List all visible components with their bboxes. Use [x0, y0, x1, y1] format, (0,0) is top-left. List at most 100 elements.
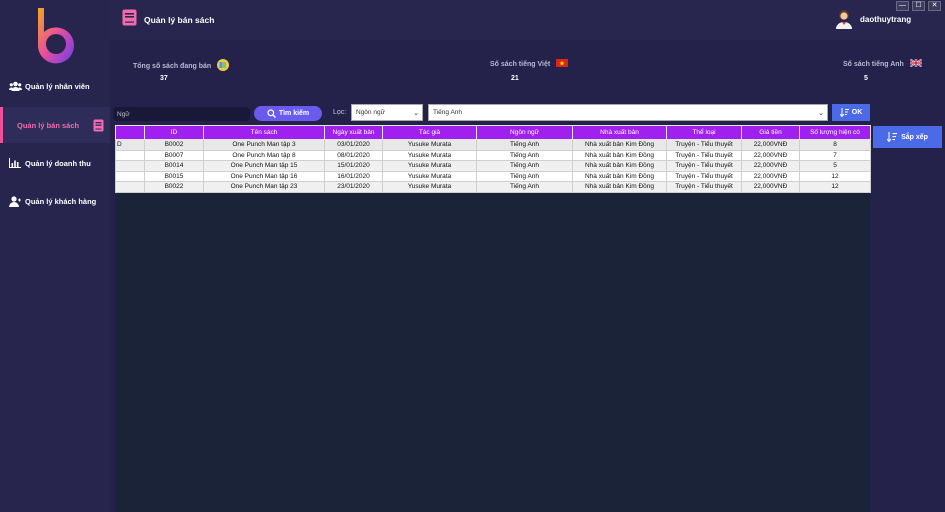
sidebar-item-customers[interactable]: Quản lý khách hàng	[0, 183, 110, 219]
sort-icon	[839, 108, 849, 117]
minimize-button[interactable]: —	[896, 1, 909, 11]
table-cell[interactable]: 22,000VNĐ	[741, 149, 800, 161]
table-cell[interactable]: Nhà xuất bản Kim Đồng	[572, 149, 667, 161]
stat-total-label: Tổng số sách đang bán	[133, 59, 230, 73]
column-header[interactable]: Ngày xuất bản	[324, 125, 383, 140]
table-cell[interactable]: Yusuke Murata	[382, 181, 477, 193]
column-header[interactable]: Số lượng hiện có	[799, 125, 871, 140]
sidebar-item-employees[interactable]: Quản lý nhân viên	[0, 68, 110, 104]
table-cell[interactable]: Nhà xuất bản Kim Đồng	[572, 139, 667, 151]
sort-icon	[887, 132, 898, 142]
search-input[interactable]	[113, 107, 250, 121]
table-row[interactable]: B0015 One Punch Man tập 16 16/01/2020 Yusuk…	[115, 170, 871, 182]
chevron-down-icon: ⌄	[413, 110, 419, 117]
avatar[interactable]	[835, 9, 853, 29]
sidebar-item-label: Quản lý nhân viên	[25, 81, 90, 91]
table-cell[interactable]: B0002	[144, 139, 204, 151]
table-row[interactable]: D B0002 One Punch Man tập 3 03/01/2020 Yusuk…	[115, 139, 871, 151]
table-row[interactable]: B0022 One Punch Man tập 23 23/01/2020 Yusuk…	[115, 181, 871, 193]
maximize-button[interactable]: ☐	[912, 1, 925, 11]
column-header[interactable]: Tên sách	[203, 125, 325, 140]
filter-value-text: Tiếng Anh	[433, 109, 463, 116]
table-cell[interactable]: One Punch Man tập 3	[203, 139, 325, 151]
table-cell[interactable]: Yusuke Murata	[382, 160, 477, 172]
table-cell[interactable]: One Punch Man tập 23	[203, 181, 325, 193]
stat-vietnamese-value: 21	[511, 75, 519, 82]
table-cell[interactable]: 16/01/2020	[324, 170, 383, 182]
table-cell[interactable]: Yusuke Murata	[382, 139, 477, 151]
table-row[interactable]: B0007 One Punch Man tập 8 08/01/2020 Yusuke…	[115, 149, 871, 161]
stat-vietnamese-label: Số sách tiếng Việt	[490, 59, 569, 69]
table-cell[interactable]: 15/01/2020	[324, 160, 383, 172]
table-cell[interactable]: Nhà xuất bản Kim Đồng	[572, 160, 667, 172]
table-cell[interactable]: One Punch Man tập 16	[203, 170, 325, 182]
row-header[interactable]	[115, 181, 145, 193]
filter-value-select[interactable]: Tiếng Anh ⌄	[428, 104, 828, 121]
sort-button-label: Sắp xếp	[901, 133, 928, 141]
column-header[interactable]: Tác giả	[382, 125, 477, 140]
row-header[interactable]: D	[115, 139, 145, 151]
search-button[interactable]: Tìm kiếm	[254, 106, 322, 121]
row-header[interactable]	[115, 160, 145, 172]
vietnam-flag-icon	[556, 59, 569, 69]
row-header[interactable]	[115, 170, 145, 182]
table-cell[interactable]: Tiếng Anh	[476, 181, 573, 193]
bar-chart-icon	[8, 157, 22, 169]
column-header[interactable]: Nhà xuất bản	[572, 125, 667, 140]
table-cell[interactable]: Truyện - Tiểu thuyết	[666, 139, 742, 151]
stat-english-value: 5	[864, 75, 868, 82]
table-cell[interactable]: 7	[799, 149, 871, 161]
column-header[interactable]: ID	[144, 125, 204, 140]
table-cell[interactable]: Tiếng Anh	[476, 160, 573, 172]
table-cell[interactable]: Truyện - Tiểu thuyết	[666, 149, 742, 161]
book-icon	[122, 9, 137, 31]
table-cell[interactable]: Yusuke Murata	[382, 170, 477, 182]
table-cell[interactable]: Truyện - Tiểu thuyết	[666, 160, 742, 172]
user-icon	[8, 195, 22, 207]
table-cell[interactable]: One Punch Man tập 15	[203, 160, 325, 172]
table-cell[interactable]: 03/01/2020	[324, 139, 383, 151]
table-cell[interactable]: Truyện - Tiểu thuyết	[666, 181, 742, 193]
table-cell[interactable]: 08/01/2020	[324, 149, 383, 161]
table-cell[interactable]: Tiếng Anh	[476, 149, 573, 161]
sidebar-item-label: Quản lý khách hàng	[25, 196, 97, 206]
table-cell[interactable]: 22,000VNĐ	[741, 170, 800, 182]
table-cell[interactable]: B0007	[144, 149, 204, 161]
table-cell[interactable]: Truyện - Tiểu thuyết	[666, 170, 742, 182]
table-cell[interactable]: 22,000VNĐ	[741, 139, 800, 151]
search-icon	[267, 109, 276, 118]
table-cell[interactable]: 12	[799, 181, 871, 193]
app-logo	[38, 8, 74, 64]
users-icon	[8, 80, 22, 92]
row-header[interactable]	[115, 149, 145, 161]
ok-button[interactable]: OK	[832, 104, 870, 121]
table-cell[interactable]: 22,000VNĐ	[741, 160, 800, 172]
table-cell[interactable]: Nhà xuất bản Kim Đồng	[572, 170, 667, 182]
column-header[interactable]: Giá tiền	[741, 125, 800, 140]
column-header[interactable]: Ngôn ngữ	[476, 125, 573, 140]
table-cell[interactable]: Nhà xuất bản Kim Đồng	[572, 181, 667, 193]
table-cell[interactable]: 22,000VNĐ	[741, 181, 800, 193]
table-cell[interactable]: Yusuke Murata	[382, 149, 477, 161]
table-cell[interactable]: Tiếng Anh	[476, 170, 573, 182]
table-cell[interactable]: Tiếng Anh	[476, 139, 573, 151]
sidebar-item-revenue[interactable]: Quản lý doanh thu	[0, 145, 110, 181]
stat-english-label: Số sách tiếng Anh	[843, 58, 923, 69]
table-cell[interactable]: One Punch Man tập 8	[203, 149, 325, 161]
table-cell[interactable]: 5	[799, 160, 871, 172]
sidebar-item-books[interactable]: Quản lý bán sách	[0, 107, 110, 143]
table-row[interactable]: B0014 One Punch Man tập 15 15/01/2020 Yusuk…	[115, 160, 871, 172]
table-cell[interactable]: B0022	[144, 181, 204, 193]
table-cell[interactable]: 12	[799, 170, 871, 182]
table-cell[interactable]: B0014	[144, 160, 204, 172]
chevron-down-icon: ⌄	[818, 110, 824, 117]
filter-field-select[interactable]: Ngôn ngữ ⌄	[351, 104, 423, 121]
table-cell[interactable]: 8	[799, 139, 871, 151]
column-header[interactable]: Thể loại	[666, 125, 742, 140]
table-cell[interactable]: B0015	[144, 170, 204, 182]
close-button[interactable]: ✕	[928, 1, 941, 11]
book-icon	[91, 119, 105, 131]
stat-total-value: 37	[160, 75, 168, 82]
sort-button[interactable]: Sắp xếp	[873, 126, 942, 148]
table-cell[interactable]: 23/01/2020	[324, 181, 383, 193]
